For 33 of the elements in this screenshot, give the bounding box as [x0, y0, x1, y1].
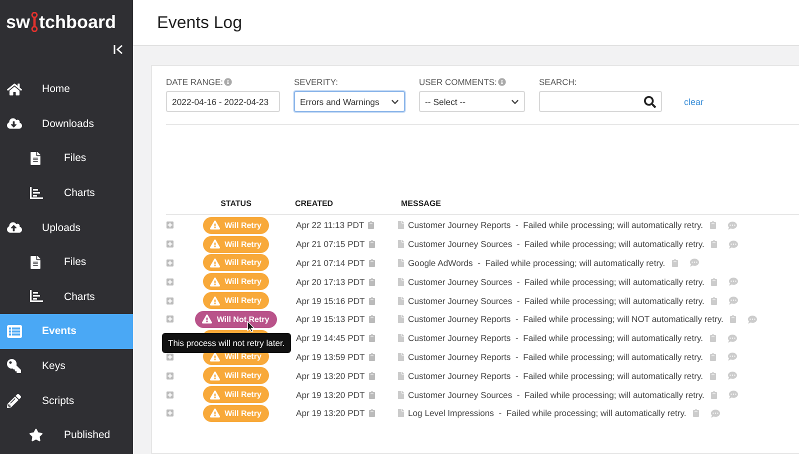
event-message: Customer Journey Sources - Failed while processing; will automatically retry.: [408, 390, 704, 400]
event-message: Log Level Impressions - Failed while processing; will automatically retry.: [408, 408, 686, 418]
created-time: Apr 19 14:45 PDT: [296, 333, 365, 344]
logo-text: tchboard: [39, 12, 116, 32]
created-time: Apr 22 11:13 PDT: [296, 220, 364, 230]
page-title: Events Log: [157, 12, 242, 32]
event-message: Google AdWords - Failed while processing; will automatically retry.: [408, 258, 666, 268]
field-label: SEVERITY:: [294, 77, 338, 87]
event-message: Customer Journey Reports - Failed while processing; will automatically retry.: [408, 370, 703, 381]
created-time: Apr 19 13:20 PDT: [296, 390, 365, 400]
field-label: USER COMMENTS:: [419, 77, 497, 87]
created-time: Apr 21 07:15 PDT: [296, 239, 365, 250]
column-header: MESSAGE: [400, 199, 442, 208]
event-message: Customer Journey Reports - Failed while processing; will NOT automatically retry.: [408, 314, 724, 324]
created-time: Apr 19 13:20 PDT: [296, 370, 365, 381]
logo-text: sw: [6, 12, 30, 32]
created-time: Apr 20 17:13 PDT: [296, 276, 365, 287]
field-label: SEARCH:: [539, 77, 577, 87]
field-label: DATE RANGE:: [166, 77, 223, 87]
event-message: Customer Journey Reports - Failed while processing; will automatically retry.: [408, 352, 703, 362]
column-header: STATUS: [220, 199, 252, 208]
event-message: Customer Journey Reports - Failed while processing; will automatically retry.: [408, 333, 703, 344]
event-message: Customer Journey Sources - Failed while processing; will automatically retry.: [408, 296, 704, 306]
created-time: Apr 21 07:14 PDT: [296, 258, 365, 268]
column-header: CREATED: [294, 199, 334, 208]
tooltip: This process will not retry later.: [162, 332, 291, 353]
created-time: Apr 19 13:59 PDT: [296, 352, 365, 362]
event-message: Customer Journey Sources - Failed while processing; will automatically retry.: [408, 239, 704, 250]
event-message: Customer Journey Sources - Failed while processing; will automatically retry.: [408, 276, 704, 287]
created-time: Apr 19 15:16 PDT: [296, 296, 365, 306]
event-message: Customer Journey Reports - Failed while processing; will automatically retry.: [408, 220, 703, 230]
created-time: Apr 19 13:20 PDT: [296, 408, 365, 418]
created-time: Apr 19 15:13 PDT: [296, 314, 365, 324]
